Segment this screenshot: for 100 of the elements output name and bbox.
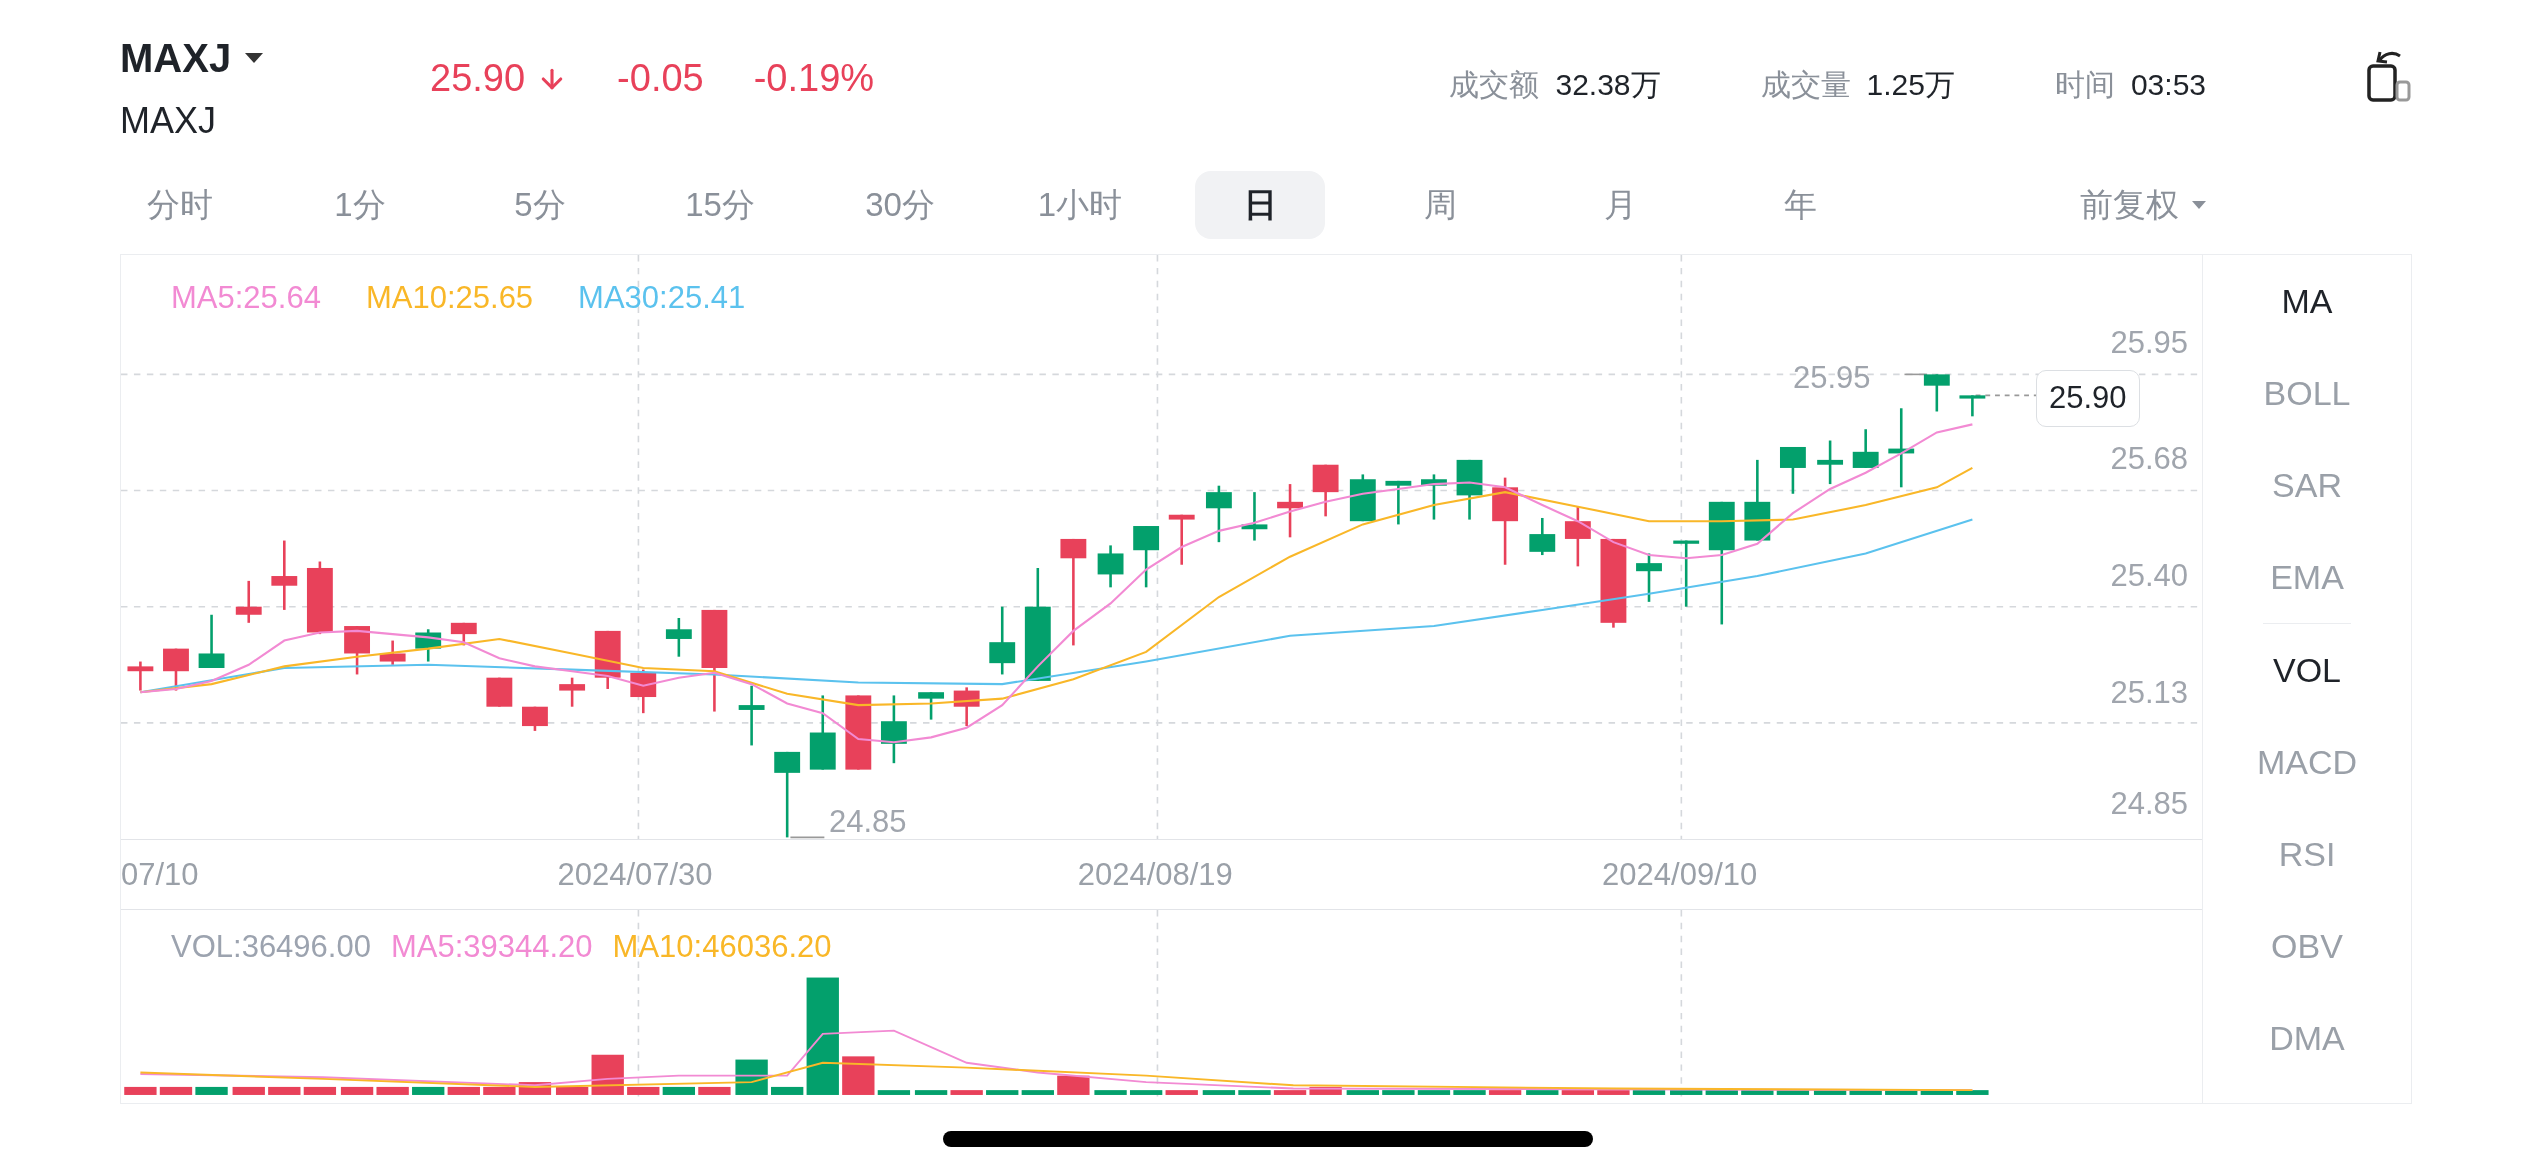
stat-value: 32.38万: [1555, 67, 1661, 103]
candlestick: [1780, 447, 1806, 494]
price-axis-label: 25.68: [2110, 440, 2188, 479]
date-axis-label: 07/10: [121, 856, 199, 894]
volume-bar: [662, 1086, 695, 1095]
volume-bar: [1057, 1075, 1090, 1095]
volume-bar: [950, 1090, 983, 1095]
price-change: -0.05: [617, 56, 704, 101]
period-tab[interactable]: 周: [1375, 171, 1505, 239]
volume-bar: [1526, 1090, 1559, 1095]
period-tab[interactable]: 5分: [475, 171, 605, 239]
volume-bar: [698, 1086, 731, 1095]
volume-bar: [627, 1086, 660, 1095]
price-axis-label: 25.95: [2110, 323, 2188, 362]
volume-bar: [1705, 1090, 1738, 1095]
volume-bar: [842, 1056, 875, 1095]
percent-change: -0.19%: [753, 56, 875, 101]
volume-bar: [1273, 1090, 1307, 1095]
volume-bar: [340, 1086, 374, 1095]
volume-bar: [1021, 1090, 1054, 1095]
candlestick: [1564, 506, 1591, 567]
candlestick: [1349, 474, 1376, 522]
period-tab[interactable]: 月: [1555, 171, 1685, 239]
volume-bar: [268, 1086, 301, 1095]
volume-legend: MA5:39344.20: [390, 924, 593, 971]
period-tab[interactable]: 1小时: [1015, 171, 1145, 239]
adjustment-dropdown[interactable]: 前复权: [2080, 180, 2207, 230]
volume-bar: [1956, 1090, 1989, 1095]
low-price-label: 24.85: [829, 803, 907, 841]
date-axis-label: 2024/08/19: [1077, 856, 1233, 894]
moving-average-legend: MA10:25.65: [365, 275, 534, 322]
indicator-tab[interactable]: DMA: [2203, 992, 2411, 1084]
stat-label: 成交额: [1449, 67, 1540, 103]
candlestick: [1133, 526, 1160, 588]
period-tab[interactable]: 15分: [655, 171, 785, 239]
candlestick: [1959, 395, 1986, 417]
volume-bar: [1309, 1086, 1342, 1095]
candlestick: [953, 687, 980, 727]
volume-bar: [877, 1090, 911, 1095]
volume-bar: [1165, 1090, 1198, 1095]
candlestick: [1241, 492, 1268, 541]
period-tab[interactable]: 日: [1195, 171, 1325, 239]
candlestick: [163, 648, 189, 691]
indicator-tab[interactable]: SAR: [2203, 439, 2411, 531]
candlestick: [1817, 440, 1844, 485]
indicator-tab[interactable]: BOLL: [2203, 347, 2411, 439]
volume-bar: [1488, 1090, 1522, 1095]
candlestick: [1205, 485, 1232, 543]
current-price-tag: 25.90: [2036, 370, 2140, 427]
volume-bar: [1813, 1090, 1847, 1095]
stat-label: 时间: [2054, 67, 2115, 103]
period-tab[interactable]: 30分: [835, 171, 965, 239]
volume-legend: MA10:46036.20: [612, 924, 832, 971]
candlestick: [522, 706, 548, 731]
indicator-tab[interactable]: RSI: [2203, 808, 2411, 900]
volume-bar: [1561, 1090, 1595, 1095]
volume-bar: [1417, 1090, 1451, 1095]
indicator-tab[interactable]: VOL: [2203, 624, 2411, 716]
volume-bar: [914, 1090, 948, 1095]
volume-bar: [483, 1086, 516, 1095]
stock-symbol: MAXJ: [120, 35, 232, 82]
volume-bar: [303, 1086, 337, 1095]
volume-bar: [1776, 1090, 1810, 1095]
price-axis-label: 24.85: [2110, 784, 2188, 823]
candlestick: [559, 677, 586, 707]
candlestick: [1456, 459, 1483, 520]
candlestick: [989, 606, 1016, 675]
indicator-tab[interactable]: EMA: [2203, 531, 2411, 623]
volume-bar: [159, 1086, 193, 1095]
volume-bar: [1346, 1090, 1379, 1095]
stat-value: 1.25万: [1866, 67, 1955, 103]
volume-bar: [1920, 1090, 1953, 1095]
candlestick: [198, 614, 225, 668]
dropdown-caret-icon[interactable]: [243, 51, 266, 65]
candlestick: [1852, 429, 1879, 468]
candlestick: [379, 640, 406, 665]
price-axis-label: 25.40: [2110, 556, 2188, 595]
candlestick: [1385, 480, 1412, 525]
volume-bar: [1670, 1090, 1703, 1095]
volume-bar: [1632, 1090, 1666, 1095]
candlestick: [1277, 484, 1303, 538]
volume-bar: [447, 1086, 480, 1095]
moving-average-legend: MA30:25.41: [578, 275, 746, 322]
candlestick: [918, 692, 944, 720]
period-tab[interactable]: 1分: [295, 171, 425, 239]
indicator-tab[interactable]: MACD: [2203, 716, 2411, 808]
volume-bar: [771, 1086, 804, 1095]
price-axis-label: 25.13: [2110, 673, 2188, 712]
stat-label: 成交量: [1760, 67, 1851, 103]
candlestick: [1421, 474, 1447, 520]
last-price: 25.90: [430, 56, 526, 101]
candlestick: [1168, 514, 1195, 565]
indicator-tab[interactable]: MA: [2203, 255, 2411, 347]
candlestick: [665, 618, 692, 657]
volume-bar: [1849, 1090, 1882, 1095]
candlestick: [880, 695, 907, 764]
indicator-tab[interactable]: OBV: [2203, 900, 2411, 992]
stat-value: 03:53: [2130, 67, 2206, 103]
period-tab[interactable]: 分时: [115, 171, 245, 239]
period-tab[interactable]: 年: [1735, 171, 1865, 239]
